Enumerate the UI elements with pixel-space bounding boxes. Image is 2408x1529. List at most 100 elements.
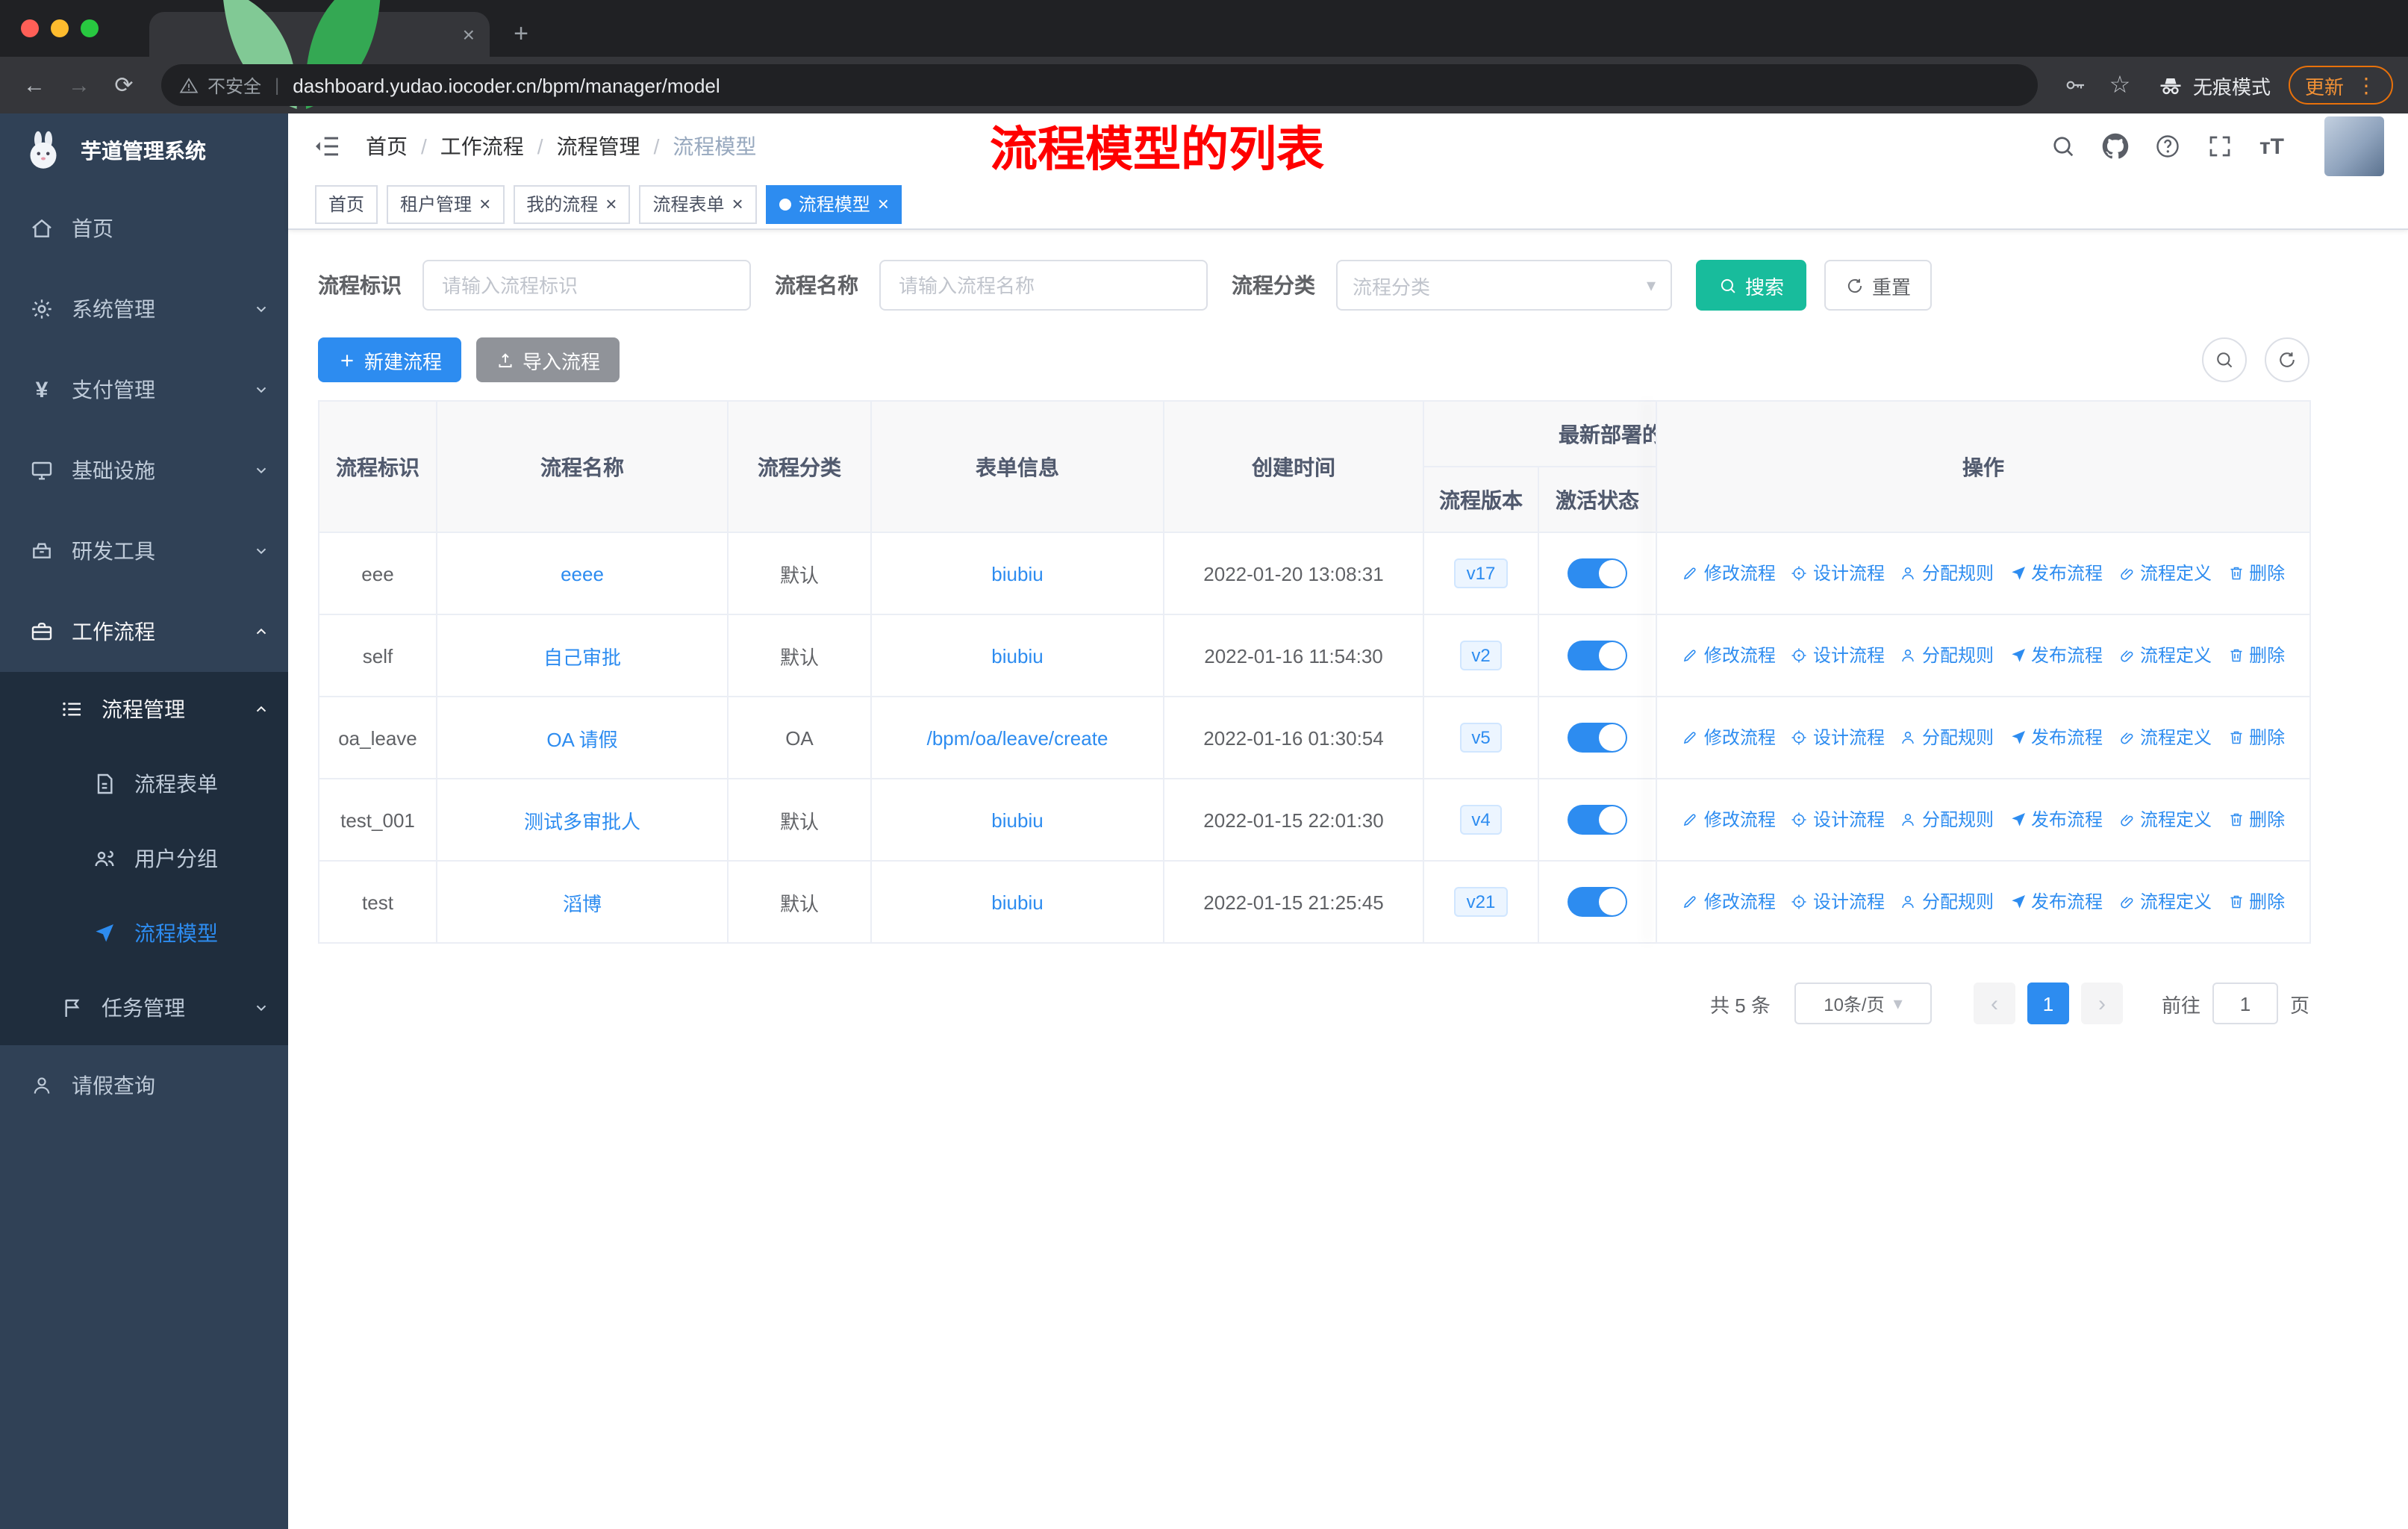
prev-page-button[interactable]: ‹ (1973, 983, 2015, 1024)
reload-button[interactable]: ⟳ (105, 66, 143, 105)
github-icon[interactable] (2103, 133, 2130, 160)
cell-process-name-link[interactable]: 测试多审批人 (436, 778, 729, 862)
back-button[interactable]: ← (15, 66, 54, 105)
cell-process-name-link[interactable]: eeee (436, 532, 729, 615)
action-process-definition[interactable]: 流程定义 (2118, 807, 2212, 832)
close-icon[interactable]: × (479, 194, 490, 214)
cell-form-info-link[interactable]: biubiu (870, 860, 1164, 944)
category-select[interactable]: 流程分类 ▾ (1336, 260, 1672, 311)
action-assign-rules[interactable]: 分配规则 (1900, 807, 1994, 832)
sidebar-item-dev-tools[interactable]: 研发工具 (0, 511, 288, 591)
sidebar-item-process-model[interactable]: 流程模型 (0, 896, 288, 971)
active-toggle[interactable] (1568, 723, 1627, 753)
cell-process-name-link[interactable]: 滔博 (436, 860, 729, 944)
breadcrumb-workflow[interactable]: 工作流程 (440, 131, 524, 161)
action-assign-rules[interactable]: 分配规则 (1900, 889, 1994, 915)
active-toggle[interactable] (1568, 641, 1627, 670)
sidebar-item-payment[interactable]: ¥ 支付管理 (0, 349, 288, 430)
window-minimize-button[interactable] (51, 19, 69, 37)
reset-button[interactable]: 重置 (1824, 260, 1933, 311)
new-tab-button[interactable]: + (502, 15, 540, 54)
search-icon[interactable] (2050, 133, 2077, 160)
action-assign-rules[interactable]: 分配规则 (1900, 725, 1994, 750)
sidebar-item-infrastructure[interactable]: 基础设施 (0, 430, 288, 511)
action-process-definition[interactable]: 流程定义 (2118, 725, 2212, 750)
action-modify-process[interactable]: 修改流程 (1682, 725, 1776, 750)
action-assign-rules[interactable]: 分配规则 (1900, 561, 1994, 586)
active-toggle[interactable] (1568, 887, 1627, 917)
tag-tenant-management[interactable]: 租户管理 × (387, 184, 505, 223)
action-modify-process[interactable]: 修改流程 (1682, 889, 1776, 915)
sidebar-item-home[interactable]: 首页 (0, 188, 288, 269)
breadcrumb-process-management[interactable]: 流程管理 (557, 131, 640, 161)
action-design-process[interactable]: 设计流程 (1791, 889, 1885, 915)
action-assign-r[interactable]: 分配规则 (1900, 643, 1994, 668)
browser-menu-icon[interactable]: ⋮ (2356, 72, 2377, 98)
window-maximize-button[interactable] (81, 19, 99, 37)
close-icon[interactable]: × (732, 194, 743, 214)
cell-process-name-link[interactable]: OA 请假 (436, 696, 729, 779)
next-page-button[interactable]: › (2080, 983, 2123, 1024)
active-toggle[interactable] (1568, 558, 1627, 588)
font-size-icon[interactable]: тT (2259, 134, 2284, 159)
action-delete[interactable]: 删除 (2227, 889, 2285, 915)
action-modify-process[interactable]: 修改流程 (1682, 807, 1776, 832)
action-modify-process[interactable]: 修改流程 (1682, 561, 1776, 586)
action-design-process[interactable]: 设计流程 (1791, 561, 1885, 586)
search-button[interactable]: 搜索 (1696, 260, 1807, 311)
sidebar-item-process-form[interactable]: 流程表单 (0, 747, 288, 821)
tag-home[interactable]: 首页 (315, 184, 378, 223)
toggle-search-button[interactable] (2202, 337, 2247, 382)
sidebar-fold-button[interactable] (312, 131, 342, 161)
action-modify-process[interactable]: 修改流程 (1682, 643, 1776, 668)
help-icon[interactable] (2155, 133, 2182, 160)
refresh-table-button[interactable] (2265, 337, 2309, 382)
action-process-definition[interactable]: 流程定义 (2118, 889, 2212, 915)
sidebar-item-task-management[interactable]: 任务管理 (0, 971, 288, 1045)
process-name-input[interactable] (879, 260, 1208, 311)
forward-button[interactable]: → (60, 66, 99, 105)
process-id-input[interactable] (422, 260, 751, 311)
cell-form-info-link[interactable]: /bpm/oa/leave/create (870, 696, 1164, 779)
close-icon[interactable]: × (605, 194, 617, 214)
tag-process-model[interactable]: 流程模型 × (765, 184, 902, 223)
page-size-select[interactable]: 10条/页 ▾ (1794, 983, 1932, 1024)
create-process-button[interactable]: 新建流程 (318, 337, 462, 382)
tab-close-icon[interactable]: × (463, 22, 475, 46)
sidebar-item-user-group[interactable]: 用户分组 (0, 821, 288, 896)
tag-process-form[interactable]: 流程表单 × (639, 184, 757, 223)
fullscreen-icon[interactable] (2207, 133, 2234, 160)
action-publish-process[interactable]: 发布流程 (2009, 561, 2103, 586)
tag-my-process[interactable]: 我的流程 × (513, 184, 631, 223)
browser-tab[interactable]: 芋道管理系统 × (149, 12, 490, 57)
avatar[interactable] (2324, 116, 2384, 176)
browser-update-button[interactable]: 更新 ⋮ (2288, 66, 2393, 105)
action-delete[interactable]: 删除 (2227, 807, 2285, 832)
action-design-process[interactable]: 设计流程 (1791, 643, 1885, 668)
cell-process-name-link[interactable]: 自己审批 (436, 614, 729, 697)
cell-form-info-link[interactable]: biubiu (870, 532, 1164, 615)
action-delete[interactable]: 删除 (2227, 561, 2285, 586)
action-publish-process[interactable]: 发布流程 (2009, 725, 2103, 750)
action-process-definition[interactable]: 流程定义 (2118, 561, 2212, 586)
action-process-definition[interactable]: 流程定义 (2118, 643, 2212, 668)
action-delete[interactable]: 删除 (2227, 643, 2285, 668)
window-close-button[interactable] (21, 19, 39, 37)
active-toggle[interactable] (1568, 805, 1627, 835)
address-bar[interactable]: 不安全 | dashboard.yudao.iocoder.cn/bpm/man… (161, 64, 2038, 106)
cell-form-info-link[interactable]: biubiu (870, 614, 1164, 697)
current-page-button[interactable]: 1 (2027, 983, 2069, 1024)
action-publish-process[interactable]: 发布流程 (2009, 643, 2103, 668)
password-key-icon[interactable] (2056, 66, 2094, 105)
close-icon[interactable]: × (878, 194, 889, 214)
action-delete[interactable]: 删除 (2227, 725, 2285, 750)
action-publish-process[interactable]: 发布流程 (2009, 807, 2103, 832)
bookmark-star-icon[interactable]: ☆ (2100, 66, 2139, 105)
cell-form-info-link[interactable]: biubiu (870, 778, 1164, 862)
sidebar-item-process-management[interactable]: 流程管理 (0, 672, 288, 747)
goto-page-input[interactable] (2212, 983, 2278, 1024)
action-design-process[interactable]: 设计流程 (1791, 807, 1885, 832)
sidebar-item-workflow[interactable]: 工作流程 (0, 591, 288, 672)
sidebar-item-system[interactable]: 系统管理 (0, 269, 288, 349)
sidebar-item-leave-query[interactable]: 请假查询 (0, 1045, 288, 1126)
